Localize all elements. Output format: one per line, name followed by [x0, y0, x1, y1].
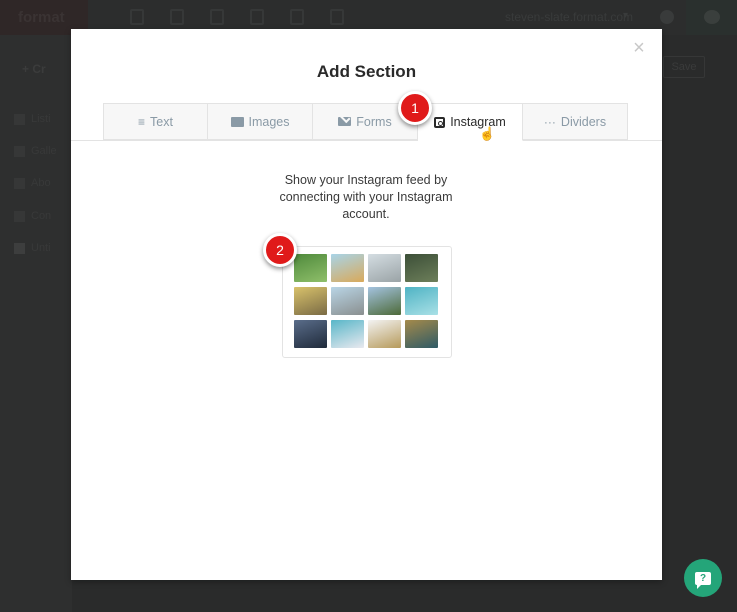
- eye-icon: [704, 10, 720, 24]
- tab-text[interactable]: ≡ Text: [103, 103, 208, 140]
- theme-icon[interactable]: [210, 9, 224, 25]
- tab-label: Text: [150, 114, 173, 129]
- listing-icon: [14, 113, 25, 125]
- tab-instagram[interactable]: Instagram: [418, 103, 523, 141]
- preview-thumb-aerial-sea: [405, 287, 438, 315]
- instagram-description: Show your Instagram feed by connecting w…: [279, 173, 453, 221]
- instagram-preview-grid: [294, 254, 438, 348]
- preview-thumb-coast: [405, 320, 438, 348]
- preview-thumb-beach: [331, 254, 364, 282]
- preview-thumb-seagull: [331, 287, 364, 315]
- preview-thumb-leaf: [294, 254, 327, 282]
- help-chat-button[interactable]: ?: [684, 559, 722, 597]
- tab-label: Images: [248, 114, 290, 129]
- settings-icon[interactable]: [330, 9, 344, 25]
- chevron-down-icon[interactable]: ▾: [623, 10, 628, 21]
- instagram-preview-card: [282, 246, 452, 358]
- dots-icon: ···: [543, 114, 556, 129]
- gallery-icon: [14, 145, 25, 157]
- modal-title: Add Section: [316, 62, 417, 81]
- preview-thumb-cliffs: [405, 254, 438, 282]
- sidebar-item-untitled[interactable]: Unti: [14, 242, 51, 254]
- tab-label: Forms: [356, 114, 392, 129]
- instagram-icon: [434, 116, 446, 128]
- save-button[interactable]: Save: [663, 56, 705, 78]
- tab-images[interactable]: Images: [208, 103, 313, 140]
- create-button[interactable]: + Cr: [22, 62, 46, 76]
- tab-dividers[interactable]: ··· Dividers: [523, 103, 628, 140]
- text-lines-icon: ≡: [138, 114, 146, 129]
- preview-thumb-chair: [368, 320, 401, 348]
- help-icon[interactable]: [660, 10, 674, 24]
- sidebar-item-contact[interactable]: Con: [14, 210, 51, 222]
- preview-thumb-palms: [368, 287, 401, 315]
- add-section-modal: × Add Section ≡ Text Images Forms Instag…: [71, 29, 662, 580]
- mail-icon: [338, 117, 352, 126]
- section-type-tabs: ≡ Text Images Forms Instagram ··· Divide…: [103, 103, 628, 141]
- tab-label: Dividers: [560, 114, 607, 129]
- page-icon: [14, 210, 25, 222]
- sidebar-item-gallery[interactable]: Galle: [14, 145, 57, 157]
- sidebar-item-listings[interactable]: Listi: [14, 113, 51, 125]
- annotation-badge-2: 2: [263, 233, 297, 267]
- page-icon: [14, 242, 25, 254]
- store-icon[interactable]: [290, 9, 304, 25]
- image-icon: [230, 116, 244, 127]
- page-icon: [14, 177, 25, 189]
- preview-thumb-pier: [368, 254, 401, 282]
- site-selector[interactable]: steven-slate.format.com: [505, 10, 633, 24]
- pages-icon[interactable]: [130, 9, 144, 25]
- tab-label: Instagram: [450, 115, 506, 129]
- top-nav-icons: [130, 9, 344, 25]
- gallery-icon[interactable]: [170, 9, 184, 25]
- chat-help-icon: ?: [695, 571, 711, 589]
- blog-icon[interactable]: [250, 9, 264, 25]
- hand-cursor-icon: ☝: [479, 126, 496, 141]
- preview-thumb-dark-hills: [294, 320, 327, 348]
- preview-thumb-lemon-drink: [294, 287, 327, 315]
- preview-thumb-pool: [331, 320, 364, 348]
- close-icon[interactable]: ×: [630, 38, 648, 58]
- annotation-badge-1: 1: [398, 91, 432, 125]
- sidebar-item-about[interactable]: Abo: [14, 177, 51, 189]
